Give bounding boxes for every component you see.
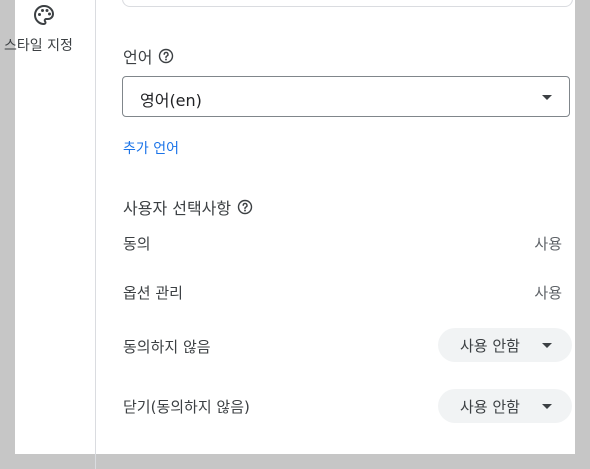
language-select-value: 영어(en): [140, 91, 202, 110]
add-language-link[interactable]: 추가 언어: [123, 138, 179, 158]
sidebar-item-label: 스타일 지정: [4, 38, 73, 54]
decline-select-value: 사용 안함: [460, 337, 520, 355]
sidebar-divider: [95, 0, 96, 469]
preference-row-label: 옵션 관리: [123, 284, 183, 302]
user-preferences-section-title: 사용자 선택사항: [123, 195, 253, 219]
close-decline-select-value: 사용 안함: [460, 398, 520, 416]
sidebar-item-styling[interactable]: 스타일 지정: [0, 0, 95, 60]
previous-field-edge[interactable]: [122, 0, 573, 7]
preference-row-value: 사용: [534, 284, 562, 302]
close-decline-select[interactable]: 사용 안함: [438, 389, 572, 423]
language-title: 언어: [123, 48, 153, 67]
chevron-down-icon: [542, 404, 552, 409]
user-preferences-title: 사용자 선택사항: [123, 199, 232, 218]
decline-select[interactable]: 사용 안함: [438, 328, 572, 362]
preference-row-label: 동의하지 않음: [123, 338, 211, 356]
language-section-title: 언어: [123, 44, 174, 68]
help-icon[interactable]: [237, 199, 253, 215]
preference-row-value: 사용: [534, 235, 562, 253]
preference-row-label: 닫기(동의하지 않음): [123, 398, 250, 416]
chevron-down-icon: [542, 95, 552, 100]
palette-icon: [32, 3, 56, 27]
language-select[interactable]: 영어(en): [122, 76, 570, 117]
chevron-down-icon: [542, 343, 552, 348]
help-icon[interactable]: [158, 48, 174, 64]
preference-row-label: 동의: [123, 235, 151, 253]
